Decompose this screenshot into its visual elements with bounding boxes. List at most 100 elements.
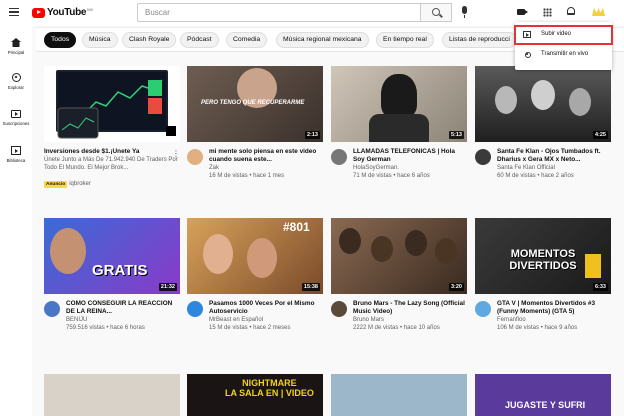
search-icon <box>432 8 440 16</box>
video-duration: 3:20 <box>448 283 464 291</box>
video-thumbnail[interactable]: 5:13 <box>331 66 467 142</box>
video-thumbnail[interactable]: PERO TENGO QUE RECUPERARME 2:13 <box>187 66 323 142</box>
notifications-bell-icon[interactable] <box>567 7 575 15</box>
channel-name[interactable]: Fernanfloo <box>497 316 611 324</box>
chip-en-tiempo-real[interactable]: En tiempo real <box>376 32 434 48</box>
video-title[interactable]: Santa Fe Klan - Ojos Tumbados ft. Dhariu… <box>497 148 611 164</box>
video-title[interactable]: CÓMO CONSEGUIR LA REACCIÓN DE LA REINA..… <box>66 300 180 316</box>
channel-avatar[interactable] <box>187 301 203 317</box>
channel-avatar[interactable] <box>44 301 60 317</box>
thumbnail-figure <box>405 230 427 256</box>
channel-avatar[interactable] <box>187 149 203 165</box>
ad-description: Únete Junto a Más De 71.942.940 De Trade… <box>44 157 178 171</box>
video-title[interactable]: mi mente solo piensa en este video cuand… <box>209 148 323 164</box>
trading-chart-thumbnail <box>56 70 176 139</box>
thumbnail-caption: NIGHTMARE LA SALA EN | VIDEO <box>225 378 314 398</box>
thumbnail-figure <box>435 238 457 264</box>
ad-badge: Anuncio <box>44 181 68 188</box>
channel-name[interactable]: BENIJU <box>66 316 180 324</box>
menu-item-live-stream[interactable]: Transmitir en vivo <box>515 46 612 64</box>
video-duration: 6:33 <box>592 283 608 291</box>
chip-musica[interactable]: Música <box>82 32 118 48</box>
video-thumbnail[interactable]: GRATIS 21:32 <box>44 218 180 294</box>
voice-search-icon[interactable] <box>462 6 467 18</box>
video-duration: 15:38 <box>301 283 320 291</box>
menu-icon[interactable] <box>9 8 19 16</box>
thumbnail-figure <box>531 80 555 110</box>
video-duration: 21:32 <box>158 283 177 291</box>
channel-avatar[interactable] <box>475 301 491 317</box>
video-thumbnail[interactable] <box>331 374 467 416</box>
channel-avatar[interactable] <box>331 149 347 165</box>
sidebar-item-principal[interactable]: Principal <box>0 38 32 55</box>
apps-grid-icon[interactable] <box>543 8 552 17</box>
video-thumbnail[interactable]: JUGASTE Y SUFRI <box>475 374 611 416</box>
thumbnail-caption: JUGASTE Y SUFRI <box>505 400 586 410</box>
chip-musica-regional[interactable]: Música regional mexicana <box>276 32 369 48</box>
more-options-icon[interactable]: ⋮ <box>172 150 180 158</box>
thumbnail-caption: GRATIS <box>92 262 148 279</box>
sidebar-item-label: Suscripciones <box>2 121 30 126</box>
channel-avatar[interactable] <box>331 301 347 317</box>
chip-clash-royale[interactable]: Clash Royale <box>122 32 177 48</box>
video-thumbnail[interactable]: NIGHTMARE LA SALA EN | VIDEO <box>187 374 323 416</box>
video-title[interactable]: Bruno Mars - The Lazy Song (Official Mus… <box>353 300 467 316</box>
chip-comedia[interactable]: Comedia <box>226 32 268 48</box>
thumbnail-figure <box>339 228 361 254</box>
menu-item-label: Subir video <box>541 31 572 37</box>
thumbnail-figure <box>247 238 277 278</box>
thumbnail-figure <box>203 234 233 274</box>
video-title[interactable]: LLAMADAS TELEFONICAS | Hola Soy German <box>353 148 467 164</box>
upload-video-icon <box>523 31 531 38</box>
video-thumbnail[interactable]: #801 15:38 <box>187 218 323 294</box>
video-duration: 4:25 <box>592 131 608 139</box>
thumbnail-figure <box>371 236 393 262</box>
sidebar-item-suscripciones[interactable]: Suscripciones <box>0 110 32 126</box>
thumbnail-figure <box>569 88 591 116</box>
thumbnail-figure-body <box>369 114 429 142</box>
thumbnail-figure <box>381 74 417 118</box>
search-input[interactable]: Buscar <box>137 3 421 22</box>
account-avatar[interactable] <box>592 6 605 18</box>
video-thumbnail[interactable] <box>44 374 180 416</box>
video-duration: 5:13 <box>448 131 464 139</box>
live-stream-icon <box>523 51 531 58</box>
menu-item-label: Transmitir en vivo <box>541 51 589 57</box>
menu-item-upload-video[interactable]: Subir video <box>514 25 613 45</box>
chip-listas[interactable]: Listas de reproducci <box>442 32 517 48</box>
sidebar-item-explorar[interactable]: Explorar <box>0 73 32 90</box>
channel-name[interactable]: Santa Fe Klan Official <box>497 164 611 172</box>
channel-name[interactable]: Zak <box>209 164 323 172</box>
video-meta: 2222 M de vistas • hace 10 años <box>353 325 440 331</box>
sidebar-item-label: Biblioteca <box>6 158 26 163</box>
channel-name[interactable]: HolaSoyGerman. <box>353 164 467 172</box>
sidebar: Principal Explorar Suscripciones Bibliot… <box>0 26 32 416</box>
create-video-icon[interactable] <box>517 9 528 15</box>
channel-name[interactable]: Bruno Mars <box>353 316 467 324</box>
video-thumbnail[interactable]: MOMENTOS DIVERTIDOS 6:33 <box>475 218 611 294</box>
sidebar-item-biblioteca[interactable]: Biblioteca <box>0 146 32 163</box>
thumbnail-figure <box>495 86 517 114</box>
video-thumbnail[interactable]: 3:20 <box>331 218 467 294</box>
video-duration: 2:13 <box>304 131 320 139</box>
video-title[interactable]: Inversiones desde $1.¡Únete Ya <box>44 148 180 156</box>
youtube-logo[interactable]: YouTube MX <box>32 7 93 18</box>
chip-todos[interactable]: Todos <box>44 32 77 48</box>
channel-name[interactable]: MrBeast en Español <box>209 316 323 324</box>
channel-avatar[interactable] <box>475 149 491 165</box>
chip-podcast[interactable]: Pódcast <box>180 32 219 48</box>
home-icon <box>11 38 21 47</box>
video-meta: 759.516 vistas • hace 6 horas <box>66 325 145 331</box>
video-meta: 106 M de vistas • hace 9 años <box>497 325 578 331</box>
advertiser-link[interactable]: iqbroker <box>69 181 91 187</box>
video-thumbnail[interactable]: 4:25 <box>475 66 611 142</box>
video-title[interactable]: GTA V | Momentos Divertidos #3 (Funny Mo… <box>497 300 611 316</box>
logo-text: YouTube <box>47 7 87 18</box>
video-thumbnail[interactable] <box>44 66 180 142</box>
thumbnail-figure <box>50 228 86 274</box>
video-title[interactable]: Pasamos 1000 Veces Por el Mismo Autoserv… <box>209 300 323 316</box>
search-button[interactable] <box>421 3 452 22</box>
sidebar-item-label: Explorar <box>7 85 24 90</box>
create-menu: Subir video Transmitir en vivo <box>514 22 613 70</box>
sidebar-item-label: Principal <box>7 50 25 55</box>
